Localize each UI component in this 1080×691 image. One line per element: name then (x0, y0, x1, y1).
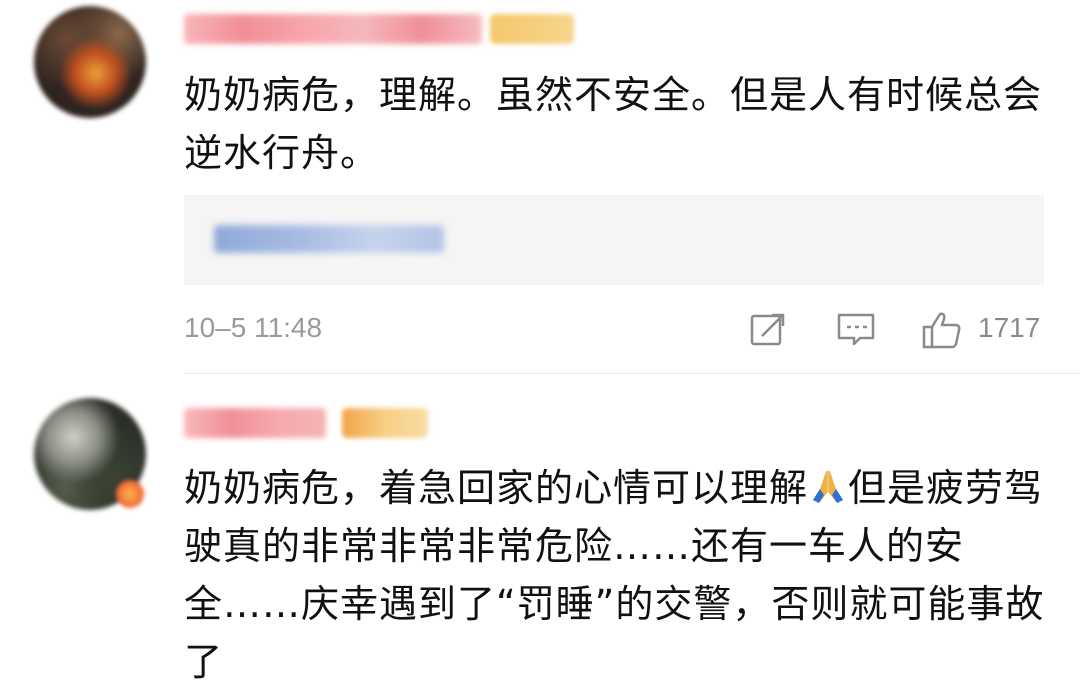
comment-text-part-1: 奶奶病危，着急回家的心情可以理解 (184, 466, 809, 510)
username-blurred[interactable] (184, 408, 326, 438)
avatar-badge (116, 480, 144, 508)
comment-text: 奶奶病危，着急回家的心情可以理解 但是疲劳驾驶真的非常非常非常危险……还有一车人… (184, 459, 1054, 691)
comment-item: 奶奶病危，着急回家的心情可以理解 但是疲劳驾驶真的非常非常非常危险……还有一车人… (0, 0, 1080, 690)
folded-hands-icon (813, 470, 844, 503)
user-level-badge (342, 408, 428, 438)
